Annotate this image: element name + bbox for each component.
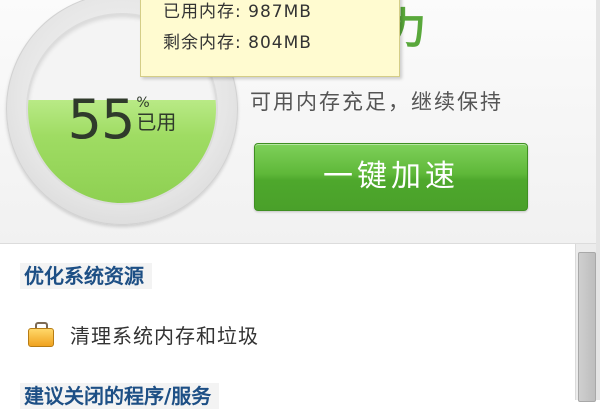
optimization-list: 优化系统资源 清理系统内存和垃圾 建议关闭的程序/服务 [0, 244, 600, 409]
one-click-speedup-button[interactable]: 一键加速 [254, 143, 528, 211]
used-memory-text: 已用内存: 987MB [163, 2, 312, 22]
window-edge [596, 0, 600, 400]
section-title-suggest: 建议关闭的程序/服务 [20, 383, 220, 409]
free-memory-text: 剩余内存: 804MB [163, 33, 312, 53]
memory-tooltip: 已用内存: 987MB 剩余内存: 804MB [140, 0, 400, 77]
gauge-used-label: 已用 [136, 110, 177, 134]
clean-memory-label: 清理系统内存和垃圾 [70, 323, 259, 348]
briefcase-icon [28, 322, 54, 347]
scrollbar-thumb[interactable] [578, 252, 596, 402]
status-subtitle: 可用内存充足，继续保持 [250, 90, 503, 114]
gauge-percent-value: 55 [67, 88, 136, 151]
section-title-optimize: 优化系统资源 [20, 263, 152, 289]
gauge-side-labels: % 已用 [136, 93, 176, 132]
scrollbar[interactable] [575, 244, 597, 402]
gauge-percent-sign: % [136, 95, 150, 111]
clean-memory-item[interactable]: 清理系统内存和垃圾 [28, 317, 259, 351]
gauge-text: 55 % 已用 [28, 93, 216, 163]
